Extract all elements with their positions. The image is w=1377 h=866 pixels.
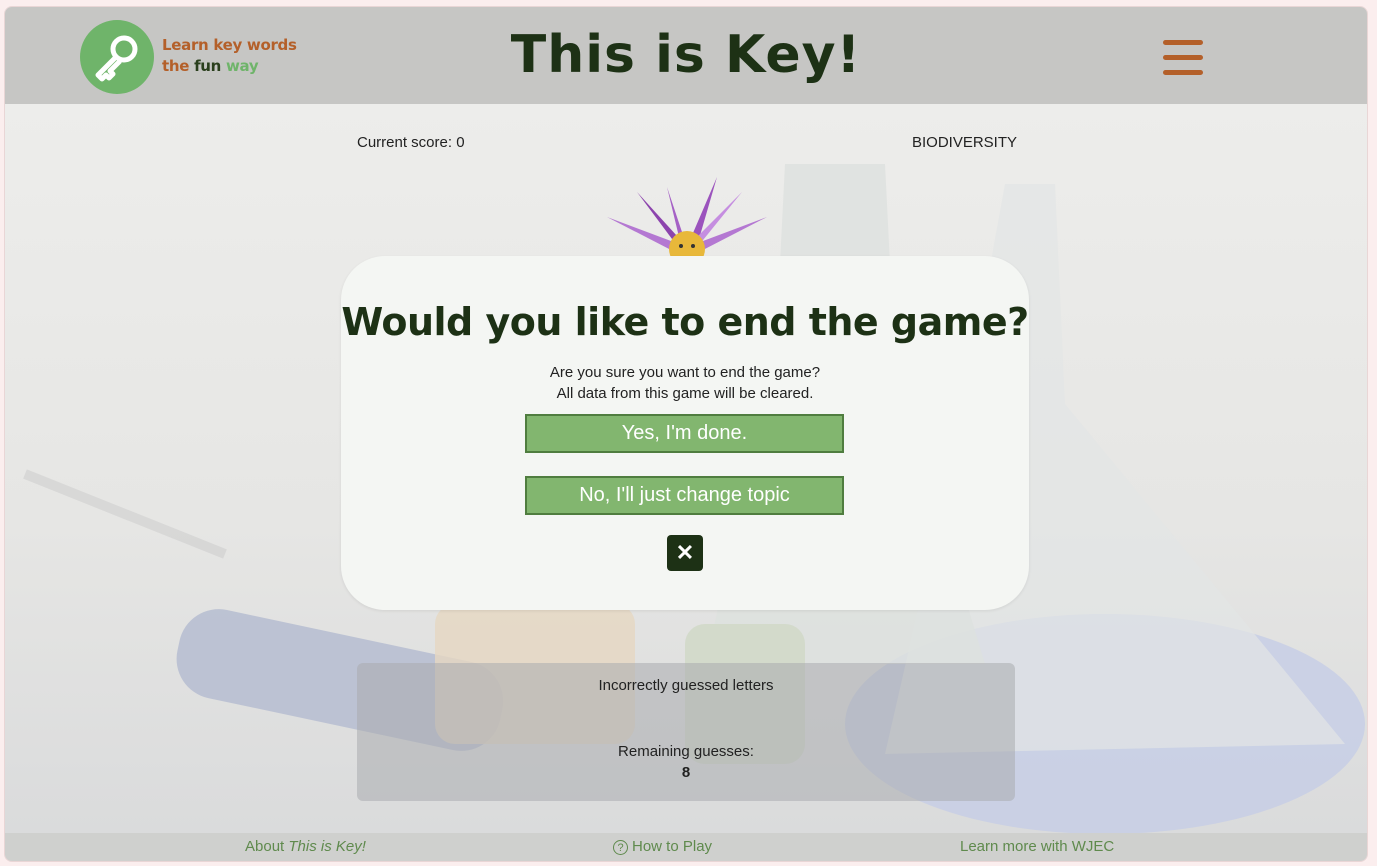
modal-title: Would you like to end the game? (341, 300, 1029, 344)
question-circle-icon: ? (613, 840, 628, 855)
remaining-guesses-label: Remaining guesses: (618, 743, 754, 760)
about-link[interactable]: About This is Key! (245, 838, 366, 855)
guess-panel: Incorrectly guessed letters Remaining gu… (357, 663, 1015, 801)
about-link-prefix: About (245, 838, 289, 855)
modal-message: Are you sure you want to end the game? A… (341, 362, 1029, 404)
confirm-end-button[interactable]: Yes, I'm done. (525, 414, 844, 453)
close-icon[interactable]: ✕ (667, 535, 703, 571)
modal-message-line2: All data from this game will be cleared. (556, 385, 814, 402)
how-to-play-label: How to Play (632, 838, 713, 855)
about-link-name: This is Key! (288, 838, 366, 855)
current-score: Current score: 0 (357, 134, 465, 151)
how-to-play-link[interactable]: ? How to Play (613, 838, 712, 855)
incorrect-letters-label: Incorrectly guessed letters (598, 677, 774, 694)
learn-more-link[interactable]: Learn more with WJEC (960, 838, 1114, 855)
site-footer: About This is Key! ? How to Play Learn mo… (5, 833, 1367, 861)
change-topic-button[interactable]: No, I'll just change topic (525, 476, 844, 515)
flower-mascot-icon (595, 175, 775, 267)
site-header: Learn key words the fun way This is Key! (5, 7, 1367, 104)
current-topic: BIODIVERSITY (912, 134, 1018, 151)
end-game-modal: Would you like to end the game? Are you … (341, 256, 1029, 610)
remaining-guesses-count: 8 (681, 764, 691, 781)
modal-message-line1: Are you sure you want to end the game? (549, 364, 821, 381)
hamburger-icon[interactable] (1163, 40, 1203, 76)
